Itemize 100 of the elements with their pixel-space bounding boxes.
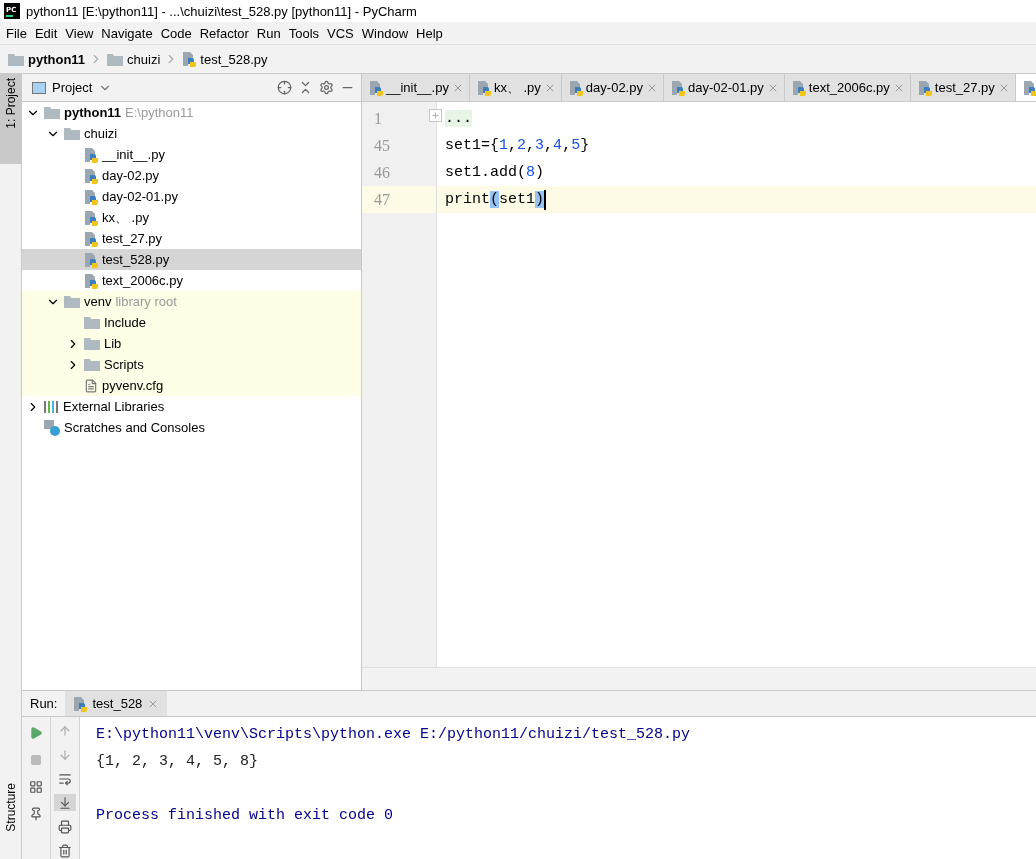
tool-window-tab[interactable]: 1: Project — [0, 74, 21, 164]
python-file-icon — [84, 167, 98, 184]
python-file-icon — [84, 209, 98, 226]
python-file-icon — [84, 146, 98, 163]
editor-tab[interactable]: day-02-01.py — [663, 74, 785, 101]
tree-item-label: pyvenv.cfg — [102, 378, 164, 393]
tree-item-label: python11 — [64, 105, 122, 120]
panel-icon — [32, 81, 46, 94]
tree-row[interactable]: Scratches and Consoles — [22, 417, 361, 438]
tree-row[interactable]: text_2006c.py — [22, 270, 361, 291]
python-file-icon — [182, 51, 197, 67]
tree-row[interactable]: External Libraries — [22, 396, 361, 417]
code-text: 8 — [526, 164, 536, 181]
menu-item[interactable]: Tools — [284, 25, 324, 41]
tool-window-tab[interactable]: Structure — [0, 779, 21, 859]
python-file-icon — [84, 188, 98, 205]
layout-icon[interactable] — [29, 780, 43, 794]
menu-item[interactable]: File — [2, 25, 31, 41]
tree-item-label: Lib — [104, 336, 122, 351]
menu-item[interactable]: Help — [412, 25, 447, 41]
tree-row[interactable]: chuizi — [22, 123, 361, 144]
soft-wrap-icon[interactable] — [58, 772, 72, 787]
locate-icon[interactable] — [277, 80, 292, 95]
pin-icon[interactable] — [29, 807, 43, 821]
tree-item-label: chuizi — [84, 126, 118, 141]
editor-tab[interactable]: day-02.py — [561, 74, 664, 101]
python-file-icon — [84, 272, 98, 289]
code-text: , — [526, 137, 536, 154]
console-line: E:\python11\venv\Scripts\python.exe E:/python11/chuizi/test_528.py — [96, 725, 692, 745]
menu-item[interactable]: Refactor — [195, 25, 253, 41]
tree-row[interactable]: python11 E:\python11 — [22, 102, 361, 123]
editor-tab[interactable]: kx、 .py — [469, 74, 562, 101]
breadcrumb[interactable]: python11 — [28, 51, 86, 67]
editor-tab[interactable] — [1015, 74, 1036, 101]
panel-title[interactable]: Project — [52, 80, 93, 95]
project-folder-icon — [44, 106, 60, 119]
matched-bracket: ( — [490, 191, 500, 208]
code-text: print — [445, 191, 490, 208]
code-text: } — [580, 137, 590, 154]
project-folder-icon — [8, 52, 24, 66]
code-text: 1 — [499, 137, 509, 154]
breadcrumb[interactable]: test_528.py — [200, 51, 268, 67]
code-text: set1={ — [445, 137, 499, 154]
menu-item[interactable]: VCS — [323, 25, 358, 41]
python-file-icon — [84, 230, 98, 247]
tree-row[interactable]: venv library root — [22, 291, 361, 312]
folded-code: ... — [445, 110, 472, 127]
trash-icon[interactable] — [58, 843, 72, 858]
tree-row[interactable]: Include — [22, 312, 361, 333]
scroll-to-end-icon — [58, 795, 72, 810]
python-file-icon — [369, 79, 383, 96]
code-text: , — [544, 137, 554, 154]
code-text: ) — [535, 164, 545, 181]
menu-item[interactable]: Navigate — [97, 25, 157, 41]
print-icon[interactable] — [58, 819, 72, 834]
python-file-icon — [791, 79, 806, 96]
folder-icon — [64, 295, 80, 308]
tree-item-label: venv — [84, 294, 112, 309]
tree-item-label: Include — [104, 315, 146, 330]
code-text: 2 — [517, 137, 527, 154]
python-file-icon — [73, 695, 88, 712]
settings-icon[interactable] — [319, 80, 334, 95]
menu-item[interactable]: Code — [156, 25, 196, 41]
editor-tab[interactable]: text_2006c.py — [784, 74, 911, 101]
tree-item-label: day-02.py — [102, 168, 160, 183]
run-label: Run: — [29, 695, 59, 713]
window-title: python11 [E:\python11] - ...\chuizi\test_528.py [python11] - PyCharm — [26, 3, 417, 19]
run-tab[interactable]: test_528 — [65, 691, 168, 716]
run-icon[interactable] — [29, 726, 43, 740]
tree-row[interactable]: Scripts — [22, 354, 361, 375]
tree-row[interactable]: Lib — [22, 333, 361, 354]
tree-row[interactable]: kx、 .py — [22, 207, 361, 228]
tree-row[interactable]: pyvenv.cfg — [22, 375, 361, 396]
scratches-icon — [44, 419, 60, 436]
tree-row[interactable]: day-02-01.py — [22, 186, 361, 207]
tree-item-label: __init__.py — [102, 147, 165, 162]
python-file-icon — [917, 79, 932, 96]
breadcrumb[interactable]: chuizi — [127, 51, 161, 67]
tree-row[interactable]: __init__.py — [22, 144, 361, 165]
scroll-to-end-button[interactable] — [54, 794, 76, 812]
editor-tab[interactable]: __init__.py — [362, 74, 470, 101]
menu-item[interactable]: View — [61, 25, 98, 41]
python-file-icon — [568, 79, 583, 96]
code-text: 4 — [553, 137, 563, 154]
tree-row[interactable]: test_27.py — [22, 228, 361, 249]
line-number: 45 — [374, 136, 390, 155]
tree-row[interactable]: test_528.py — [22, 249, 361, 270]
menu-item[interactable]: Window — [357, 25, 413, 41]
line-number: 47 — [374, 190, 390, 209]
code-text: 5 — [571, 137, 581, 154]
tree-item-label: test_528.py — [102, 252, 170, 267]
tree-item-label: kx、 .py — [102, 208, 149, 227]
editor-tab[interactable]: test_27.py — [910, 74, 1016, 101]
code-text: , — [562, 137, 572, 154]
line-number: 1 — [374, 109, 382, 128]
tree-item-label: test_27.py — [102, 231, 162, 246]
tree-row[interactable]: day-02.py — [22, 165, 361, 186]
menu-item[interactable]: Run — [252, 25, 285, 41]
matched-bracket: ) — [535, 191, 545, 208]
menu-item[interactable]: Edit — [30, 25, 62, 41]
